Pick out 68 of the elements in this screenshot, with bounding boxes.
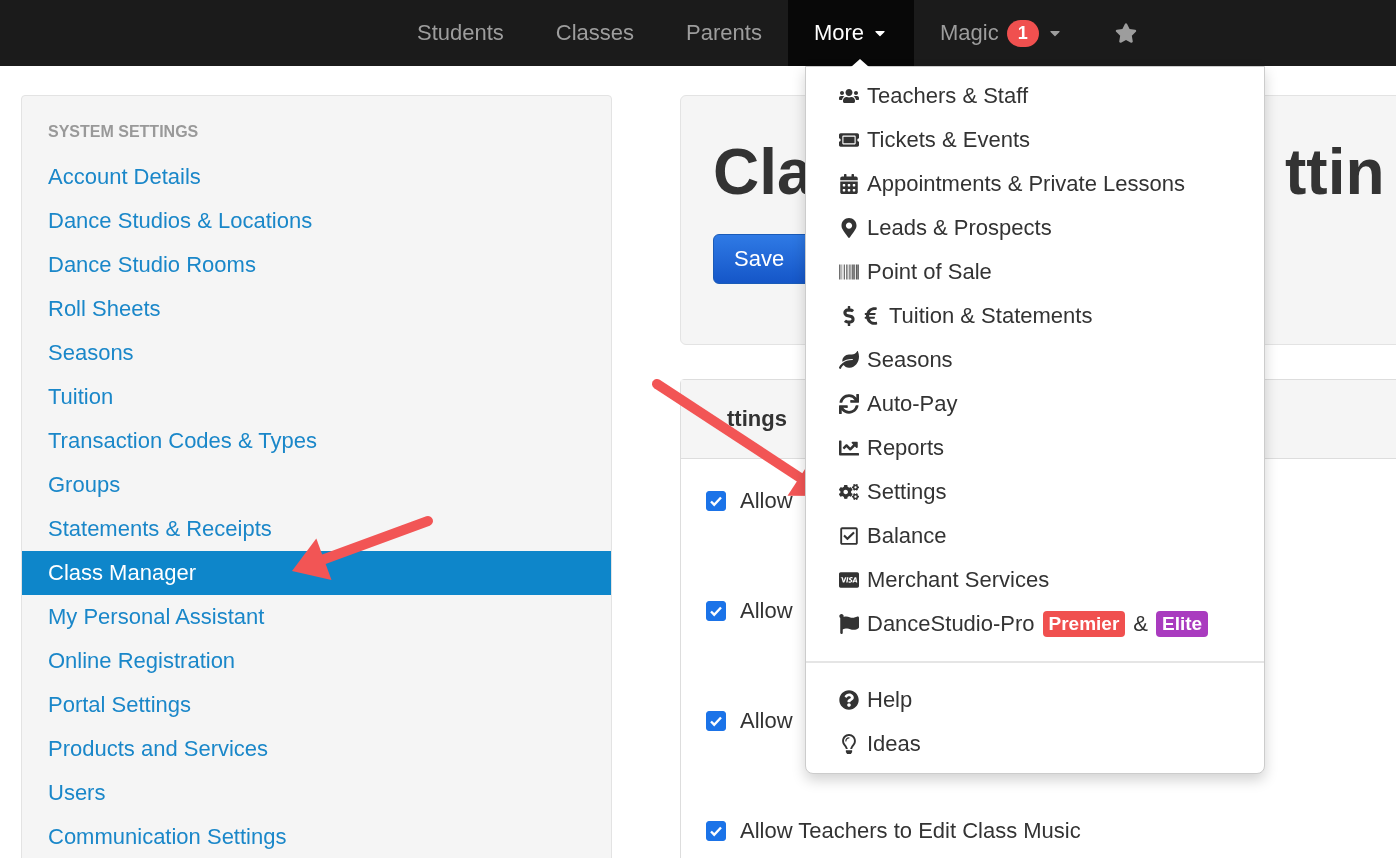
panel-title: ttings: [727, 406, 787, 432]
sidebar-link[interactable]: My Personal Assistant: [22, 595, 611, 639]
people-icon: [839, 86, 859, 106]
sidebar-link[interactable]: Communication Settings: [22, 815, 611, 858]
checkbox[interactable]: [706, 491, 726, 511]
menu-item[interactable]: Tickets & Events: [806, 118, 1264, 162]
line-chart-icon: [839, 438, 859, 458]
checkbox[interactable]: [706, 601, 726, 621]
sidebar-heading: SYSTEM SETTINGS: [47, 122, 200, 142]
sidebar-link[interactable]: Groups: [22, 463, 611, 507]
settings-icon: [839, 482, 859, 502]
map-pin-icon: [839, 218, 859, 238]
menu-item[interactable]: Settings: [806, 470, 1264, 514]
nav-tab[interactable]: Students: [391, 0, 530, 66]
menu-item[interactable]: Teachers & Staff: [806, 74, 1264, 118]
option-label: Allow: [740, 600, 793, 622]
checkmark-icon: [709, 604, 723, 618]
sidebar-link[interactable]: Dance Studios & Locations: [22, 199, 611, 243]
menu-item[interactable]: Help: [806, 678, 1264, 722]
sidebar-link[interactable]: Statements & Receipts: [22, 507, 611, 551]
ticket-icon: [839, 130, 859, 150]
notification-badge: 1: [1006, 19, 1039, 47]
sidebar-link[interactable]: Products and Services: [22, 727, 611, 771]
lightbulb-icon: [839, 734, 859, 754]
sidebar-link[interactable]: Portal Settings: [22, 683, 611, 727]
joiner-text: &: [1133, 611, 1148, 637]
plan-badge: Premier: [1042, 611, 1126, 637]
sidebar-link[interactable]: Account Details: [22, 155, 611, 199]
sidebar-link[interactable]: Roll Sheets: [22, 287, 611, 331]
leaf-icon: [839, 350, 859, 370]
nav-tab[interactable]: More: [787, 0, 915, 66]
sidebar-link[interactable]: Seasons: [22, 331, 611, 375]
sidebar-link[interactable]: Online Registration: [22, 639, 611, 683]
page-title: ttin: [1285, 135, 1385, 210]
sidebar-link[interactable]: Transaction Codes & Types: [22, 419, 611, 463]
barcode-icon: [839, 262, 859, 282]
checkmark-icon: [709, 824, 723, 838]
sidebar-link[interactable]: Tuition: [22, 375, 611, 419]
menu-item[interactable]: Reports: [806, 426, 1264, 470]
card-icon: [839, 570, 859, 590]
menu-item[interactable]: Tuition & Statements: [806, 294, 1264, 338]
checkmark-icon: [709, 494, 723, 508]
nav-tab[interactable]: Parents: [660, 0, 788, 66]
help-icon: [839, 690, 859, 710]
checkbox[interactable]: [706, 711, 726, 731]
plan-badge: Elite: [1156, 611, 1209, 637]
sidebar-link[interactable]: Class Manager: [22, 551, 611, 595]
calendar-icon: [839, 174, 859, 194]
menu-item[interactable]: Ideas: [806, 722, 1264, 766]
checkbox-icon: [839, 526, 859, 546]
menu-item[interactable]: Appointments & Private Lessons: [806, 162, 1264, 206]
star-icon[interactable]: [1114, 22, 1137, 44]
nav-tab[interactable]: Classes: [529, 0, 661, 66]
menu-item[interactable]: Merchant Services: [806, 558, 1264, 602]
sidebar-link[interactable]: Users: [22, 771, 611, 815]
option-label: Allow: [740, 490, 793, 512]
flag-icon: [839, 614, 859, 634]
checkmark-icon: [709, 714, 723, 728]
menu-item[interactable]: Balance: [806, 514, 1264, 558]
menu-item[interactable]: Auto-Pay: [806, 382, 1264, 426]
refresh-icon: [839, 394, 859, 414]
menu-item[interactable]: DanceStudio-Pro Premier & Elite: [806, 602, 1264, 646]
option-label: Allow: [740, 710, 793, 732]
nav-tab[interactable]: Magic 1: [914, 0, 1089, 66]
sidebar-link[interactable]: Dance Studio Rooms: [22, 243, 611, 287]
checkbox[interactable]: [706, 821, 726, 841]
option-label: Allow Teachers to Edit Class Music: [740, 820, 1081, 842]
menu-item[interactable]: Seasons: [806, 338, 1264, 382]
